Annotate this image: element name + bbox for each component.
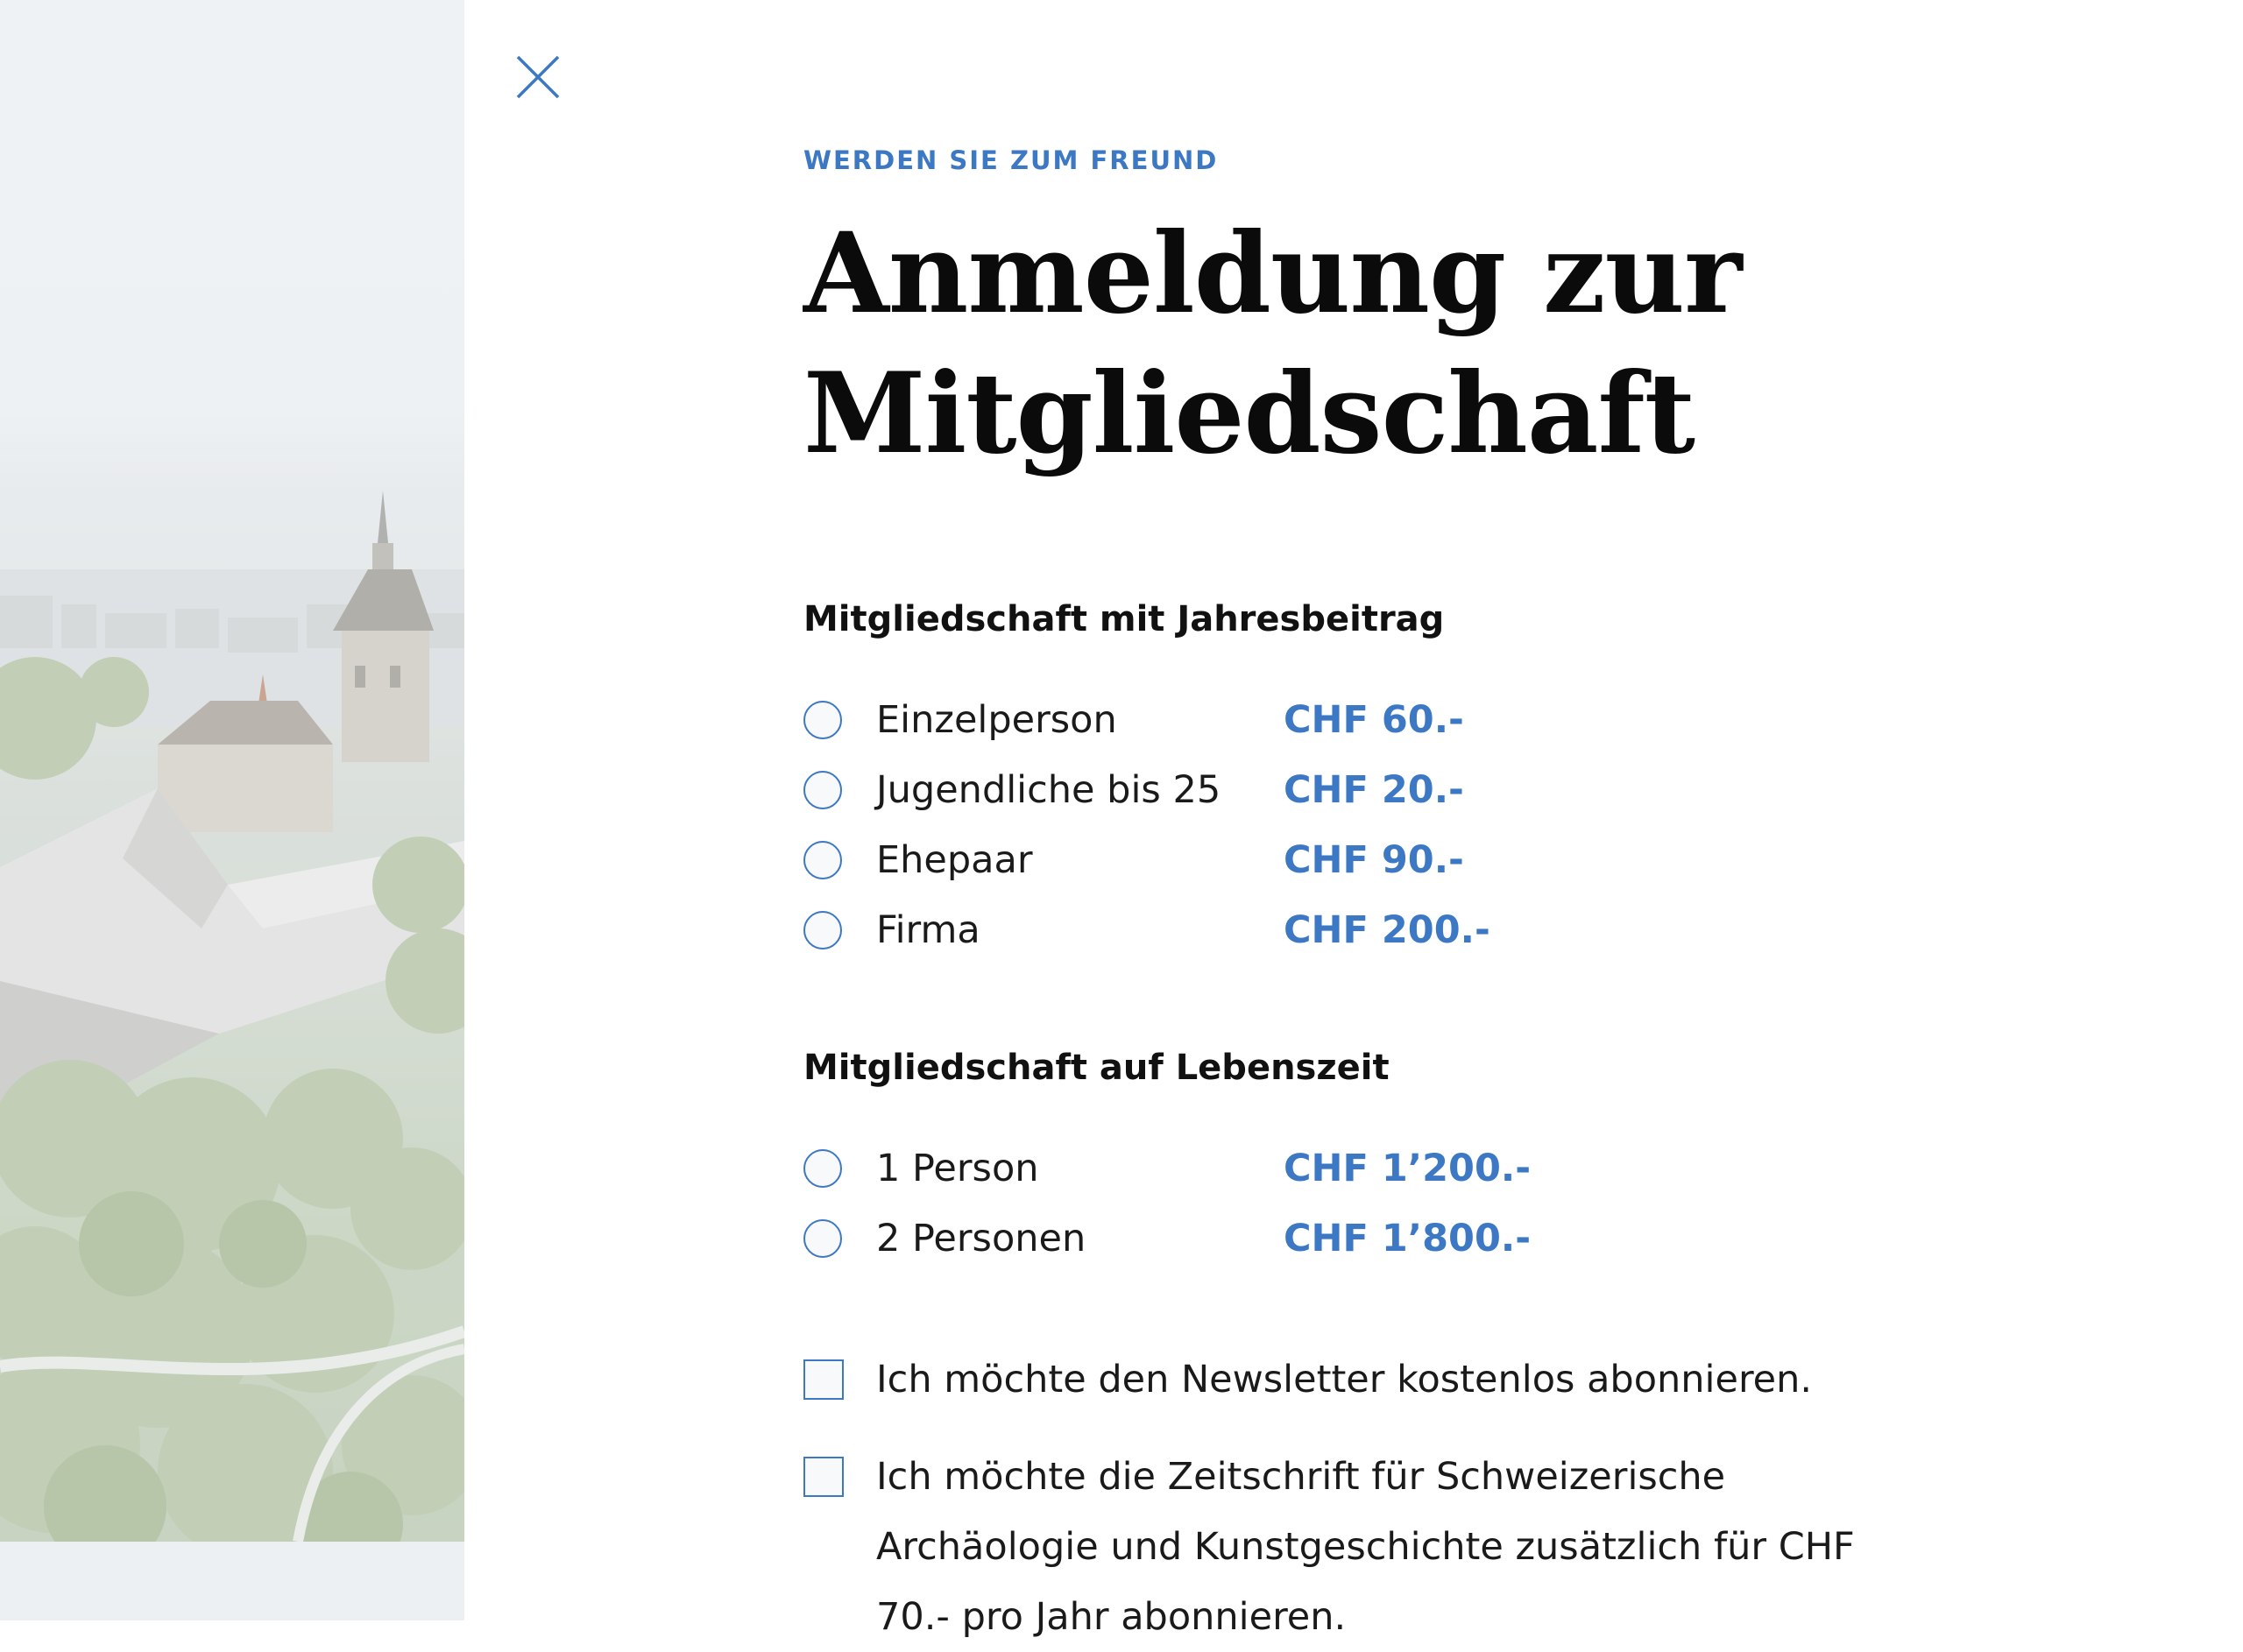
radio-option-einzelperson[interactable]: Einzelperson CHF 60.- (803, 694, 1592, 746)
option-label: Ehepaar (876, 838, 1033, 882)
option-label: Einzelperson (876, 698, 1117, 742)
option-price: CHF 1’800.- (1284, 1217, 1532, 1260)
journal-subscription-checkbox[interactable] (803, 1457, 844, 1497)
eyebrow-label: WERDEN SIE ZUM FREUND (803, 145, 1219, 175)
radio-button[interactable] (803, 841, 842, 879)
option-price: CHF 60.- (1284, 698, 1464, 742)
radio-option-2-personen[interactable]: 2 Personen CHF 1’800.- (803, 1212, 1592, 1265)
museum-aerial-photo (0, 0, 464, 1542)
close-button[interactable] (511, 50, 565, 104)
option-price: CHF 90.- (1284, 838, 1464, 882)
journal-checkbox-row[interactable]: Ich möchte die Zeitschrift für Schweizer… (803, 1442, 1942, 1652)
photo-overlay (0, 0, 464, 1542)
option-price: CHF 1’200.- (1284, 1147, 1532, 1190)
radio-option-jugendliche[interactable]: Jugendliche bis 25 CHF 20.- (803, 764, 1592, 816)
page-title: Anmeldung zur Mitgliedschaft (803, 203, 1743, 484)
radio-button[interactable] (803, 1219, 842, 1258)
radio-button[interactable] (803, 771, 842, 809)
journal-subscription-label: Ich möchte die Zeitschrift für Schweizer… (876, 1455, 1855, 1639)
radio-button[interactable] (803, 1149, 842, 1188)
newsletter-label: Ich möchte den Newsletter kostenlos abon… (876, 1358, 1813, 1401)
option-label: 2 Personen (876, 1217, 1086, 1260)
option-label: Jugendliche bis 25 (876, 768, 1221, 812)
page-title-line2: Mitgliedschaft (803, 349, 1695, 478)
option-price: CHF 20.- (1284, 768, 1464, 812)
radio-button[interactable] (803, 911, 842, 950)
side-image-panel (0, 0, 464, 1620)
option-label: Firma (876, 908, 980, 952)
radio-option-1-person[interactable]: 1 Person CHF 1’200.- (803, 1142, 1592, 1195)
radio-option-ehepaar[interactable]: Ehepaar CHF 90.- (803, 834, 1592, 886)
annual-membership-heading: Mitgliedschaft mit Jahresbeitrag (803, 599, 1445, 639)
newsletter-checkbox-row[interactable]: Ich möchte den Newsletter kostenlos abon… (803, 1345, 1942, 1415)
close-icon (516, 55, 560, 99)
radio-button[interactable] (803, 701, 842, 739)
radio-option-firma[interactable]: Firma CHF 200.- (803, 904, 1592, 957)
page-title-line1: Anmeldung zur (803, 208, 1743, 338)
option-label: 1 Person (876, 1147, 1039, 1190)
option-price: CHF 200.- (1284, 908, 1490, 952)
newsletter-checkbox[interactable] (803, 1359, 844, 1400)
lifetime-membership-heading: Mitgliedschaft auf Lebenszeit (803, 1048, 1390, 1088)
panel-bottom-strip (0, 1542, 464, 1620)
